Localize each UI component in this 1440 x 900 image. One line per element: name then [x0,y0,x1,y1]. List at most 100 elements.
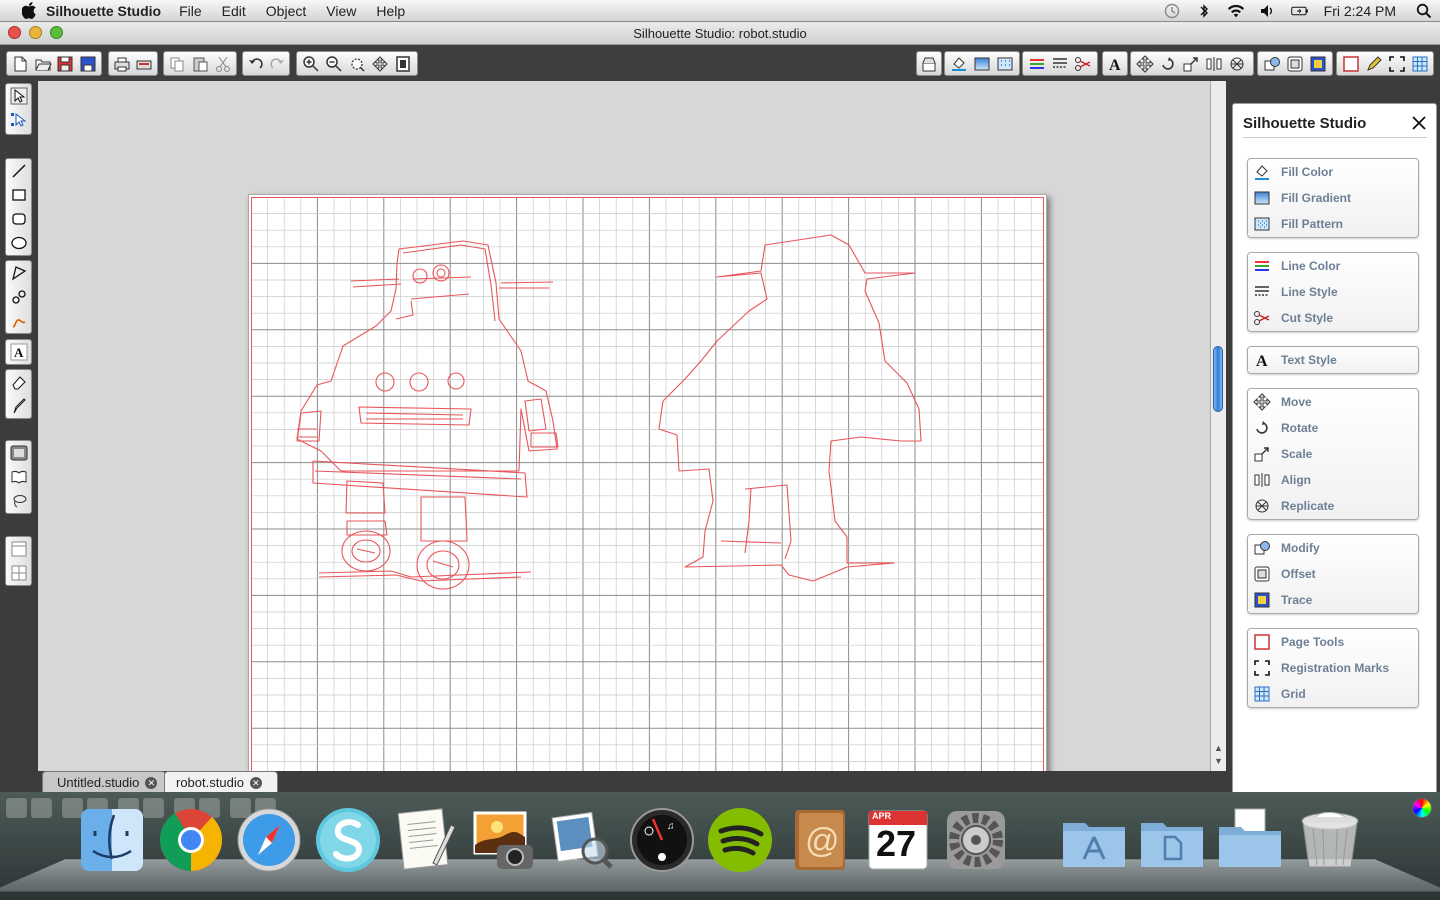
trace-toolbar-icon[interactable] [1306,53,1329,75]
dashboard-icon[interactable]: ♫ [626,804,698,876]
system-preferences-icon[interactable] [940,804,1012,876]
window-zoom-button[interactable] [50,26,63,39]
panel-align[interactable]: Align [1248,467,1418,493]
pen-toolbar-icon[interactable] [1362,53,1385,75]
spotlight-search-icon[interactable] [1415,3,1433,19]
window-minimize-button[interactable] [29,26,42,39]
offset-toolbar-icon[interactable] [1283,53,1306,75]
menu-clock[interactable]: Fri 2:24 PM [1324,3,1396,19]
cut-button[interactable] [211,53,234,75]
design-canvas[interactable] [38,81,1210,771]
vertical-scrollbar[interactable]: ▲ ▼ [1210,81,1226,771]
paste-button[interactable] [189,53,212,75]
single-view-icon[interactable] [6,537,31,561]
text-style-toolbar-icon[interactable]: A [1105,53,1125,75]
panel-trace[interactable]: Trace [1248,587,1418,613]
silhouette-studio-dock-icon[interactable] [312,804,384,876]
panel-registration-marks[interactable]: Registration Marks [1248,655,1418,681]
menu-object[interactable]: Object [266,3,306,19]
panel-rotate[interactable]: Rotate [1248,415,1418,441]
line-color-toolbar-icon[interactable] [1025,53,1048,75]
rectangle-tool-icon[interactable] [6,183,31,207]
panel-text-style[interactable]: A Text Style [1248,347,1418,373]
close-tab-icon[interactable]: ✕ [249,776,262,789]
wifi-icon[interactable] [1227,3,1245,19]
panel-line-style[interactable]: Line Style [1248,279,1418,305]
send-to-silhouette-button[interactable] [133,53,155,75]
fill-color-toolbar-icon[interactable] [947,53,970,75]
fit-to-page-icon[interactable] [391,53,414,75]
robot-silhouette-outline[interactable] [658,234,922,582]
time-machine-icon[interactable] [1163,3,1181,19]
volume-icon[interactable] [1259,3,1277,19]
page-tools-toolbar-icon[interactable] [1339,53,1362,75]
new-document-button[interactable] [9,53,32,75]
line-style-toolbar-icon[interactable] [1048,53,1071,75]
zoom-selection-icon[interactable] [345,53,368,75]
menu-edit[interactable]: Edit [222,3,246,19]
curve-tool-icon[interactable] [6,285,31,309]
bluetooth-icon[interactable] [1195,3,1213,19]
save-button[interactable] [54,53,77,75]
panel-modify[interactable]: Modify [1248,535,1418,561]
ellipse-tool-icon[interactable] [6,231,31,255]
scroll-up-arrow-icon[interactable]: ▲ [1213,743,1224,754]
fill-pattern-toolbar-icon[interactable] [993,53,1016,75]
undo-button[interactable] [245,53,266,75]
polygon-tool-icon[interactable] [6,261,31,285]
menu-app-name[interactable]: Silhouette Studio [46,3,161,19]
apple-menu-icon[interactable] [20,2,38,20]
select-tool-icon[interactable] [6,84,31,108]
open-document-button[interactable] [32,53,55,75]
cutting-mat-page[interactable] [248,194,1047,771]
split-view-icon[interactable] [6,561,31,585]
store-icon[interactable] [919,53,939,75]
zoom-in-icon[interactable] [299,53,322,75]
modify-toolbar-icon[interactable] [1260,53,1283,75]
panel-fill-pattern[interactable]: Fill Pattern [1248,211,1418,237]
panel-replicate[interactable]: Replicate [1248,493,1418,519]
lasso-icon[interactable] [6,489,31,513]
panel-close-icon[interactable] [1411,115,1427,131]
move-toolbar-icon[interactable] [1133,53,1156,75]
replicate-toolbar-icon[interactable] [1225,53,1248,75]
safari-icon[interactable] [233,804,305,876]
panel-fill-color[interactable]: Fill Color [1248,159,1418,185]
save-to-library-button[interactable] [77,53,100,75]
print-button[interactable] [111,53,133,75]
chrome-icon[interactable] [155,804,227,876]
finder-icon[interactable] [76,804,148,876]
rounded-rectangle-tool-icon[interactable] [6,207,31,231]
scroll-down-arrow-icon[interactable]: ▼ [1213,756,1224,767]
menu-view[interactable]: View [326,3,356,19]
panel-page-tools[interactable]: Page Tools [1248,629,1418,655]
tab-untitled-studio[interactable]: Untitled.studio ✕ [42,771,166,793]
iphoto-icon[interactable] [468,804,540,876]
panel-line-color[interactable]: Line Color [1248,253,1418,279]
address-book-icon[interactable]: @ [784,804,856,876]
ungroup-icon[interactable] [31,798,52,818]
spotify-icon[interactable] [704,804,776,876]
downloads-stack-icon[interactable] [1214,804,1286,876]
applications-folder-icon[interactable] [1058,804,1130,876]
documents-folder-icon[interactable] [1136,804,1208,876]
calendar-icon[interactable]: APR 27 [862,804,934,876]
edit-points-tool-icon[interactable] [6,108,31,132]
battery-icon[interactable] [1290,3,1309,19]
zoom-out-icon[interactable] [322,53,345,75]
text-tool-icon[interactable]: A [6,340,31,364]
menu-file[interactable]: File [179,3,202,19]
robot-drawing[interactable] [249,195,1046,771]
panel-cut-style[interactable]: Cut Style [1248,305,1418,331]
trash-icon[interactable] [1294,804,1366,876]
cut-style-toolbar-icon[interactable] [1071,53,1094,75]
robot-front-outline[interactable] [296,240,559,590]
group-icon[interactable] [6,798,27,818]
line-tool-icon[interactable] [6,159,31,183]
window-close-button[interactable] [8,26,21,39]
preview-icon[interactable] [546,804,618,876]
color-picker-icon[interactable] [1412,798,1432,818]
knife-tool-icon[interactable] [6,394,31,418]
align-toolbar-icon[interactable] [1202,53,1225,75]
rotate-toolbar-icon[interactable] [1156,53,1179,75]
